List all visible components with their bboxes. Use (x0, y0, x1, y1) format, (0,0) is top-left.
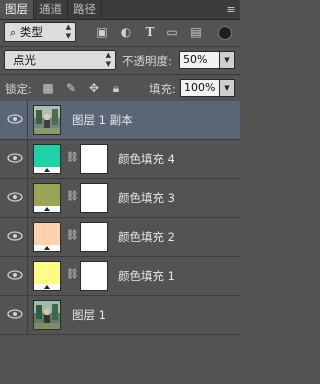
link-chain-icon[interactable]: ⛓︎ (66, 269, 79, 283)
fill-color-swatch[interactable] (33, 222, 61, 252)
fill-slider-button[interactable]: ▼ (219, 79, 235, 97)
search-icon: ⌕ (10, 26, 17, 39)
visibility-eye-icon[interactable] (6, 151, 24, 165)
blend-row: 点光 ▲ ▼ 不透明度: 50% ▼ (0, 48, 240, 72)
opacity-slider-button[interactable]: ▼ (219, 51, 235, 69)
tab-channels[interactable]: 通道 (34, 0, 68, 19)
layer-mask-thumbnail[interactable] (80, 261, 108, 291)
layer-thumbnail (33, 105, 61, 135)
layer-name: 图层 1 (72, 308, 106, 322)
fill-color-swatch[interactable] (33, 261, 61, 291)
type-filter-icon[interactable]: T (142, 24, 158, 40)
opacity-label: 不透明度: (122, 54, 172, 68)
select-arrows-icon: ▲ ▼ (105, 51, 111, 68)
link-chain-icon[interactable]: ⛓︎ (66, 152, 79, 166)
layer-filter-row: ⌕ 类型 ▲ ▼ ▣ ◐ T ▭ ▤ (0, 20, 240, 45)
visibility-eye-icon[interactable] (6, 190, 24, 204)
layers-list: 图层 1 副本 ⛓︎ 颜色填充 4 ⛓︎ 颜色填充 3 ⛓︎ 颜色填充 2 ⛓︎… (0, 101, 240, 335)
layer-mask-thumbnail[interactable] (80, 222, 108, 252)
layer-row[interactable]: 图层 1 副本 (0, 101, 240, 140)
layer-row[interactable]: ⛓︎ 颜色填充 3 (0, 179, 240, 218)
select-arrows-icon: ▲ ▼ (65, 23, 71, 40)
filter-type-label: 类型 (19, 25, 43, 39)
fill-color-swatch[interactable] (33, 183, 61, 213)
tab-layers[interactable]: 图层 (0, 0, 34, 19)
layer-name: 颜色填充 3 (118, 191, 175, 205)
visibility-eye-icon[interactable] (6, 229, 24, 243)
lock-all-icon[interactable]: 🔒︎ (108, 80, 124, 96)
layer-name: 颜色填充 2 (118, 230, 175, 244)
tab-paths[interactable]: 路径 (68, 0, 102, 19)
lock-transparent-icon[interactable]: ▩ (40, 80, 56, 96)
lock-position-move-icon[interactable]: ✥ (86, 80, 102, 96)
layer-mask-thumbnail[interactable] (80, 144, 108, 174)
smart-object-filter-icon[interactable]: ▤ (188, 24, 204, 40)
visibility-eye-icon[interactable] (6, 112, 24, 126)
lock-label: 锁定: (5, 82, 32, 96)
lock-image-brush-icon[interactable]: ✎ (63, 80, 79, 96)
blend-mode-value: 点光 (13, 53, 36, 67)
layer-thumbnail (33, 300, 61, 330)
opacity-input[interactable]: 50% (179, 51, 220, 69)
fill-label: 填充: (149, 82, 176, 96)
layer-row[interactable]: ⛓︎ 颜色填充 2 (0, 218, 240, 257)
layer-name: 图层 1 副本 (72, 113, 133, 127)
pixel-filter-icon[interactable]: ▣ (94, 24, 110, 40)
visibility-eye-icon[interactable] (6, 307, 24, 321)
layer-row[interactable]: ⛓︎ 颜色填充 1 (0, 257, 240, 296)
layer-name: 颜色填充 1 (118, 269, 175, 283)
shape-filter-icon[interactable]: ▭ (164, 24, 180, 40)
layer-mask-thumbnail[interactable] (80, 183, 108, 213)
blend-mode-select[interactable]: 点光 ▲ ▼ (4, 50, 116, 70)
link-chain-icon[interactable]: ⛓︎ (66, 230, 79, 244)
panel-menu-icon[interactable]: ≡ (222, 0, 240, 19)
layer-row[interactable]: 图层 1 (0, 296, 240, 335)
visibility-eye-icon[interactable] (6, 268, 24, 282)
layer-name: 颜色填充 4 (118, 152, 175, 166)
adjustment-filter-icon[interactable]: ◐ (118, 24, 134, 40)
layer-row[interactable]: ⛓︎ 颜色填充 4 (0, 140, 240, 179)
panel-tab-bar: 图层 通道 路径 ≡ (0, 0, 240, 20)
fill-input[interactable]: 100% (180, 79, 220, 97)
filter-type-select[interactable]: ⌕ 类型 ▲ ▼ (4, 22, 76, 42)
filter-toggle[interactable] (218, 26, 232, 40)
fill-color-swatch[interactable] (33, 144, 61, 174)
link-chain-icon[interactable]: ⛓︎ (66, 191, 79, 205)
lock-row: 锁定: ▩ ✎ ✥ 🔒︎ 填充: 100% ▼ (0, 77, 240, 99)
